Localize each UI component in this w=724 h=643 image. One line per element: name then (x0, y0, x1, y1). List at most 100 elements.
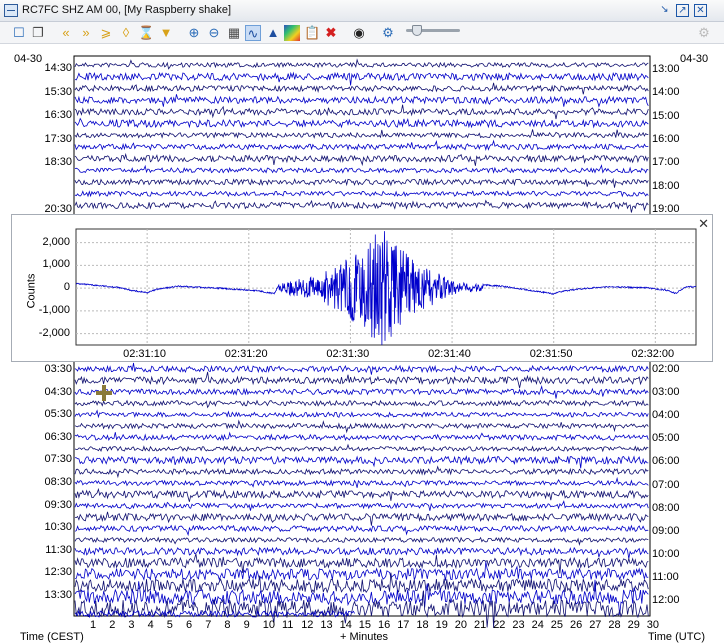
helicorder-trace (74, 476, 649, 488)
y-tick-label: 1,000 (42, 258, 70, 271)
minute-tick-label: 20 (454, 619, 468, 631)
scroll-left-fast-icon[interactable]: « (58, 25, 74, 41)
y-tick-label: 2,000 (42, 235, 70, 248)
helicorder-trace (74, 431, 649, 442)
minute-tick-label: 1 (90, 619, 97, 631)
helicorder-trace (74, 94, 649, 108)
helicorder-trace (74, 443, 649, 453)
x-tick-label: 02:31:10 (123, 348, 166, 360)
minute-tick-label: 16 (378, 619, 391, 631)
minute-tick-label: 27 (589, 619, 602, 631)
minute-tick-label: 2 (109, 619, 116, 631)
time-label-left: 12:30 (44, 566, 72, 579)
minute-tick-label: 7 (205, 619, 212, 631)
minute-tick-label: 21 (474, 619, 487, 631)
time-label-right: 16:00 (652, 132, 680, 145)
time-label-right: 03:00 (652, 386, 680, 399)
minute-tick-label: 30 (646, 619, 660, 631)
time-label-right: 06:00 (652, 455, 680, 468)
minute-tick-label: 24 (531, 619, 544, 631)
x-tick-label: 02:31:20 (224, 348, 268, 360)
time-label-left: 17:30 (44, 132, 72, 145)
helicorder-trace (74, 487, 649, 502)
minute-tick-label: 5 (166, 619, 173, 631)
helicorder-trace (74, 164, 649, 174)
new-icon[interactable]: ☐ (11, 25, 27, 41)
time-label-right: 09:00 (652, 524, 680, 537)
compress-icon[interactable]: ⩾ (98, 25, 114, 41)
maximize-icon[interactable]: ↗ (676, 4, 689, 17)
minute-tick-label: 15 (358, 619, 372, 631)
x-tick-label: 02:31:40 (428, 348, 471, 360)
helicorder-trace (74, 455, 649, 469)
helicorder-trace (74, 199, 649, 213)
copy-icon[interactable]: ❐ (30, 25, 46, 41)
x-tick-label: 02:31:50 (529, 348, 573, 360)
clipboard-icon[interactable]: 📋 (304, 25, 320, 41)
time-label-right: 07:00 (652, 478, 680, 491)
time-label-left: 09:30 (44, 498, 72, 511)
time-label-right: 15:00 (652, 109, 680, 122)
footer-left-label: Time (CEST) (20, 631, 84, 643)
time-label-left: 13:30 (44, 589, 72, 601)
minute-tick-label: 4 (147, 619, 154, 631)
helicorder-trace (74, 152, 649, 167)
close-window-icon[interactable]: ✕ (694, 4, 707, 17)
zoom-out-icon[interactable]: ⊖ (206, 25, 222, 41)
time-label-right: 17:00 (652, 156, 680, 169)
helicorder-trace (74, 524, 649, 537)
spectrum-icon[interactable]: ▲ (265, 25, 281, 41)
time-label-right: 12:00 (652, 594, 680, 606)
footer-center-label: + Minutes (340, 631, 388, 643)
minute-tick-label: 29 (627, 619, 640, 631)
time-label-left: 08:30 (44, 476, 72, 488)
time-label-left: 10:30 (44, 521, 72, 534)
spectrogram-icon[interactable] (284, 25, 300, 41)
waveform-chart (75, 228, 697, 346)
helicorder-trace (74, 117, 649, 129)
waveform-icon[interactable]: ∿ (245, 25, 261, 41)
helicorder-trace (74, 139, 649, 152)
app-icon (4, 4, 18, 17)
helicorder-trace (74, 58, 649, 70)
delete-icon[interactable]: ✖ (323, 25, 339, 41)
zoom-in-icon[interactable]: ⊕ (186, 25, 202, 41)
zoom-slider-thumb[interactable] (412, 25, 422, 36)
time-label-right: 10:00 (652, 547, 680, 560)
helicorder-trace (74, 409, 649, 419)
settings-icon[interactable]: ⚙ (380, 25, 396, 41)
scroll-right-fast-icon[interactable]: » (78, 25, 94, 41)
date-right: 04-30 (680, 53, 709, 65)
time-label-right: 19:00 (652, 202, 680, 215)
fit-icon[interactable]: ▦ (226, 25, 242, 41)
time-label-left: 06:30 (44, 430, 72, 443)
time-label-left: 05:30 (44, 408, 72, 421)
x-tick-label: 02:31:30 (326, 348, 370, 360)
helicorder-trace (74, 71, 649, 86)
filter-icon[interactable]: ▼ (158, 25, 174, 41)
minute-tick-label: 12 (301, 619, 314, 631)
time-label-right: 04:00 (652, 409, 680, 422)
expand-icon[interactable]: ◊ (118, 25, 134, 41)
helicorder-trace (74, 536, 649, 547)
minute-tick-label: 13 (320, 619, 333, 631)
helicorder-trace (74, 129, 649, 139)
time-label-left: 04:30 (44, 385, 72, 398)
event-marker[interactable] (96, 385, 112, 401)
helicorder-trace (74, 82, 649, 95)
time-label-left: 07:30 (44, 453, 72, 466)
time-label-right: 18:00 (652, 179, 680, 192)
gear-icon[interactable]: ⚙ (696, 25, 712, 41)
hourglass-icon[interactable]: ⌛ (138, 25, 154, 41)
pin-icon[interactable]: ↘ (658, 4, 671, 17)
helicorder-trace (74, 177, 649, 188)
helicorder-trace (74, 546, 649, 559)
helicorder-trace (74, 385, 649, 399)
time-label-left: 18:30 (44, 156, 72, 168)
waveform-series (75, 231, 697, 346)
toolbar: ☐ ❐ « » ⩾ ◊ ⌛ ▼ ⊕ ⊖ ▦ ∿ ▲ 📋 ✖ ◉ ⚙ ⚙ (0, 22, 724, 44)
camera-icon[interactable]: ◉ (351, 25, 367, 41)
minute-tick-label: 14 (339, 619, 352, 631)
time-label-left: 15:30 (44, 85, 72, 98)
waveform-popup[interactable]: ✕ Counts 2,000 1,000 0 -1,000 -2,000 02:31:1… (11, 214, 713, 362)
